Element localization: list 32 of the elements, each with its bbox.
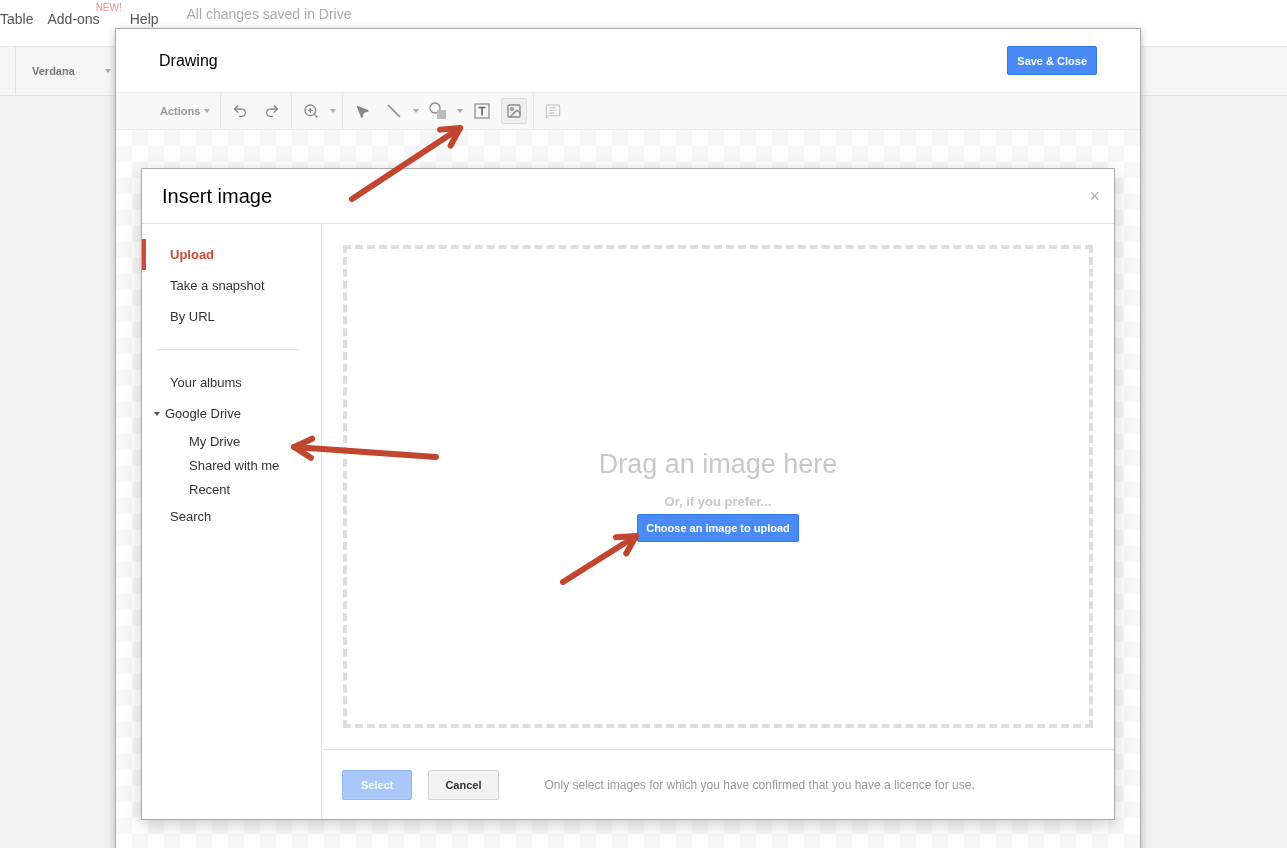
source-item[interactable]: Shared with me [142,453,321,477]
menu-item[interactable]: Help [129,11,159,27]
save-status: All changes saved in Drive [186,5,352,22]
caret-icon [457,109,464,113]
zoom-icon [303,103,320,119]
font-select[interactable]: Verdana [15,47,111,95]
dialog-title: Insert image [162,184,273,208]
image-tool[interactable] [501,98,528,124]
redo-icon [264,103,281,119]
nav-item[interactable]: Upload [142,239,321,270]
line-icon [387,104,402,118]
source-item[interactable]: Google Drive [142,398,321,429]
source-item[interactable]: Your albums [142,367,321,398]
comment-icon [545,103,562,119]
nav-item[interactable]: Take a snapshot [142,270,321,301]
undo-icon [232,103,249,119]
nav-item[interactable]: By URL [142,301,321,332]
source-item[interactable]: My Drive [142,429,321,453]
source-item[interactable]: Search [142,501,321,532]
new-label: NEW! [95,2,122,13]
text-box-icon [473,102,492,120]
pointer-icon [354,103,370,119]
cancel-button[interactable]: Cancel [428,769,499,800]
shape-icon [429,102,448,120]
licence-note: Only select images for which you have confirmed that you have a licence for use. [544,777,975,792]
menu-item[interactable]: Table [0,11,34,27]
window-title: Drawing [159,51,218,70]
source-item[interactable]: Recent [142,477,321,501]
image-icon [506,103,523,119]
caret-icon [413,109,420,113]
menu-item[interactable]: Add-ons [47,11,100,27]
caret-icon [330,109,337,113]
